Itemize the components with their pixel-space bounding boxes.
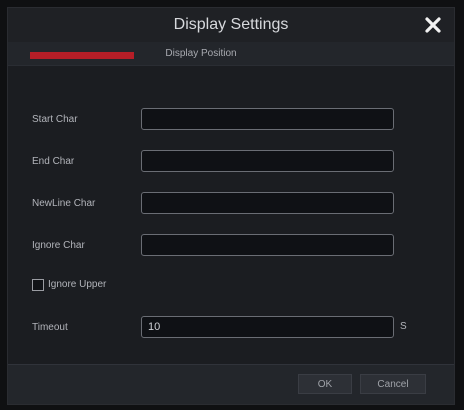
newline-char-label: NewLine Char [32, 198, 96, 209]
settings-content: Start Char End Char NewLine Char Ignore … [8, 66, 454, 366]
timeout-unit: S [400, 321, 407, 332]
tab-display-position[interactable]: Display Position [146, 42, 256, 66]
end-char-label: End Char [32, 156, 75, 167]
ok-button[interactable]: OK [298, 374, 352, 394]
end-char-input[interactable] [141, 150, 394, 172]
ignore-upper-row: Ignore Upper [8, 274, 454, 298]
cancel-button[interactable]: Cancel [360, 374, 426, 394]
dialog-footer: OK Cancel [8, 364, 454, 404]
newline-char-input[interactable] [141, 192, 394, 214]
start-char-label: Start Char [32, 114, 78, 125]
ignore-upper-checkbox[interactable] [32, 279, 44, 291]
timeout-input[interactable]: 10 [141, 316, 394, 338]
end-char-row: End Char [8, 150, 454, 174]
newline-char-row: NewLine Char [8, 192, 454, 216]
display-settings-dialog: Display Settings Display Position Start … [7, 7, 455, 405]
tab-bar: Display Position [8, 42, 454, 66]
tab-label: Display Position [165, 48, 237, 59]
timeout-label: Timeout [32, 322, 68, 333]
ignore-char-label: Ignore Char [32, 240, 85, 251]
start-char-row: Start Char [8, 108, 454, 132]
close-icon[interactable] [422, 14, 444, 36]
ignore-char-row: Ignore Char [8, 234, 454, 258]
timeout-row: Timeout 10 S [8, 316, 454, 340]
ignore-upper-label: Ignore Upper [48, 279, 107, 290]
dialog-title: Display Settings [173, 16, 289, 33]
titlebar: Display Settings [8, 8, 454, 42]
ignore-char-input[interactable] [141, 234, 394, 256]
start-char-input[interactable] [141, 108, 394, 130]
tab-active[interactable] [30, 42, 134, 66]
active-tab-indicator [30, 52, 134, 59]
